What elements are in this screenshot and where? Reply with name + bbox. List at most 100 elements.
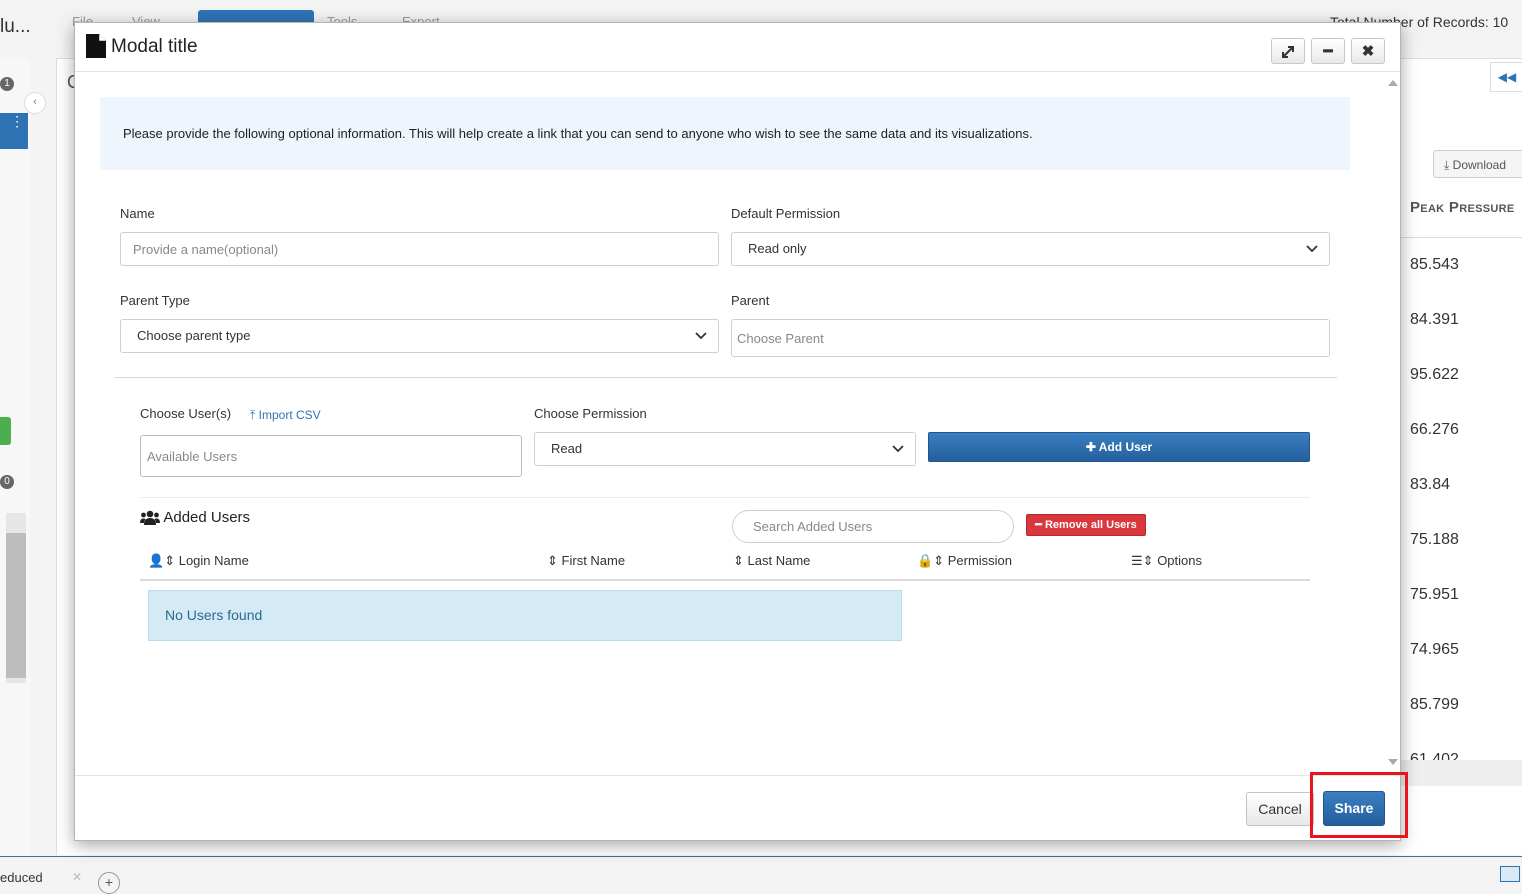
modal-footer: Cancel Share xyxy=(75,775,1400,841)
column-first-name[interactable]: ⇕ First Name xyxy=(547,553,625,569)
added-users-title: Added Users xyxy=(163,509,251,526)
remove-all-users-button[interactable]: ━ Remove all Users xyxy=(1026,514,1146,536)
scroll-up-icon[interactable] xyxy=(1388,80,1398,86)
app-title: lu... xyxy=(0,16,31,37)
left-panel xyxy=(0,58,30,858)
search-added-users-input[interactable] xyxy=(732,510,1014,543)
left-active-item[interactable]: ⋮ xyxy=(0,113,28,149)
sort-icon: ⇕ xyxy=(164,553,176,568)
default-permission-select[interactable]: Read only xyxy=(731,232,1330,266)
column-last-label: Last Name xyxy=(747,553,811,568)
left-badge: 1 xyxy=(0,77,14,91)
column-permission-label: Permission xyxy=(947,553,1013,568)
column-permission[interactable]: 🔒⇕ Permission xyxy=(917,553,1012,569)
column-last-name[interactable]: ⇕ Last Name xyxy=(733,553,810,569)
default-permission-label: Default Permission xyxy=(731,206,841,221)
parent-type-select[interactable]: Choose parent type xyxy=(120,319,719,353)
table-footer-bar xyxy=(1400,760,1522,786)
table-cell: 83.84 xyxy=(1410,476,1451,493)
column-header-peak-pressure[interactable]: Peak Pressure xyxy=(1410,199,1514,216)
sliders-icon: ☰ xyxy=(1131,553,1143,568)
file-icon xyxy=(86,34,106,58)
modal-title: Modal title xyxy=(111,36,198,57)
add-user-button[interactable]: ✚ Add User xyxy=(928,432,1310,462)
choose-users-label: Choose User(s) xyxy=(140,406,232,421)
modal-header: Modal title ━ ✖ xyxy=(75,23,1400,72)
double-chevron-left-icon[interactable]: ◀◀ xyxy=(1490,62,1522,92)
permission-value: Read xyxy=(551,441,583,456)
minimize-button[interactable]: ━ xyxy=(1311,38,1345,64)
column-options[interactable]: ☰⇕ Options xyxy=(1131,553,1202,569)
upload-icon: ⤒ xyxy=(250,408,256,422)
import-csv-link[interactable]: ⤒ Import CSV xyxy=(250,408,321,423)
scroll-down-icon[interactable] xyxy=(1388,759,1398,765)
modal-body: Please provide the following optional in… xyxy=(75,72,1385,775)
table-cell: 75.951 xyxy=(1410,586,1459,603)
remove-all-label: Remove all Users xyxy=(1044,519,1137,531)
plus-icon: ✚ xyxy=(1085,440,1096,454)
choose-permission-label: Choose Permission xyxy=(534,406,647,421)
table-cell: 75.188 xyxy=(1410,531,1459,548)
kebab-icon[interactable]: ⋮ xyxy=(10,113,28,129)
name-input[interactable] xyxy=(120,232,719,266)
chevron-down-icon xyxy=(1306,245,1318,253)
table-cell: 95.622 xyxy=(1410,366,1459,383)
sort-icon: ⇕ xyxy=(547,553,558,568)
available-users-input[interactable] xyxy=(140,435,522,477)
default-permission-value: Read only xyxy=(748,241,807,256)
chevron-down-icon xyxy=(892,445,904,453)
no-users-alert: No Users found xyxy=(148,590,902,641)
share-button-highlight xyxy=(1310,772,1408,838)
close-button[interactable]: ✖ xyxy=(1351,38,1385,64)
permission-select[interactable]: Read xyxy=(534,432,916,466)
table-header-divider xyxy=(140,579,1310,581)
add-user-label: Add User xyxy=(1098,440,1153,454)
lock-icon: 🔒 xyxy=(917,553,934,568)
bottom-tab-bar xyxy=(0,856,1522,885)
share-modal: Modal title ━ ✖ Please provide the follo… xyxy=(74,22,1401,841)
column-header-divider xyxy=(1400,237,1522,238)
sort-icon: ⇕ xyxy=(933,553,945,568)
section-divider xyxy=(114,377,1337,378)
minus-icon: ━ xyxy=(1323,43,1333,60)
close-icon: ✖ xyxy=(1361,43,1375,60)
collapse-sidebar-icon[interactable]: ‹ xyxy=(24,92,46,114)
column-first-label: First Name xyxy=(561,553,626,568)
modal-scrollbar[interactable] xyxy=(1385,72,1400,775)
chevron-down-icon xyxy=(695,332,707,340)
info-text: Please provide the following optional in… xyxy=(123,126,1033,141)
expand-icon xyxy=(1282,46,1294,59)
download-label: Download xyxy=(1452,158,1507,172)
table-cell: 85.799 xyxy=(1410,696,1459,713)
peak-pressure-values: 85.543 84.391 95.622 66.276 83.84 75.188… xyxy=(1410,256,1459,765)
bottom-tab-label[interactable]: educed xyxy=(0,870,43,885)
cancel-button[interactable]: Cancel xyxy=(1246,792,1314,826)
import-csv-label: Import CSV xyxy=(258,408,321,422)
download-button[interactable]: ⤓ Download xyxy=(1433,150,1522,178)
sort-icon: ⇕ xyxy=(733,553,744,568)
minus-icon: ━ xyxy=(1035,519,1042,531)
add-tab-icon[interactable]: + xyxy=(98,872,120,894)
parent-input[interactable] xyxy=(731,319,1330,357)
table-cell: 66.276 xyxy=(1410,421,1459,438)
left-scroll-thumb[interactable] xyxy=(6,533,26,678)
table-cell: 74.965 xyxy=(1410,641,1459,658)
users-divider xyxy=(140,497,1310,498)
user-icon: 👤 xyxy=(148,553,165,568)
info-box: Please provide the following optional in… xyxy=(100,97,1350,170)
left-green-button[interactable] xyxy=(0,417,11,445)
column-login-label: Login Name xyxy=(178,553,249,568)
name-label: Name xyxy=(120,206,155,221)
column-options-label: Options xyxy=(1157,553,1202,568)
image-icon[interactable] xyxy=(1500,866,1520,882)
close-tab-icon[interactable]: ✕ xyxy=(72,870,82,884)
sort-icon: ⇕ xyxy=(1142,553,1154,568)
parent-label: Parent xyxy=(731,293,770,308)
column-login-name[interactable]: 👤⇕ Login Name xyxy=(148,553,249,569)
table-cell: 84.391 xyxy=(1410,311,1459,328)
maximize-button[interactable] xyxy=(1271,38,1305,64)
users-icon xyxy=(140,510,160,526)
table-cell: 85.543 xyxy=(1410,256,1459,273)
left-badge-2: 0 xyxy=(0,475,14,489)
parent-type-value: Choose parent type xyxy=(137,328,251,343)
